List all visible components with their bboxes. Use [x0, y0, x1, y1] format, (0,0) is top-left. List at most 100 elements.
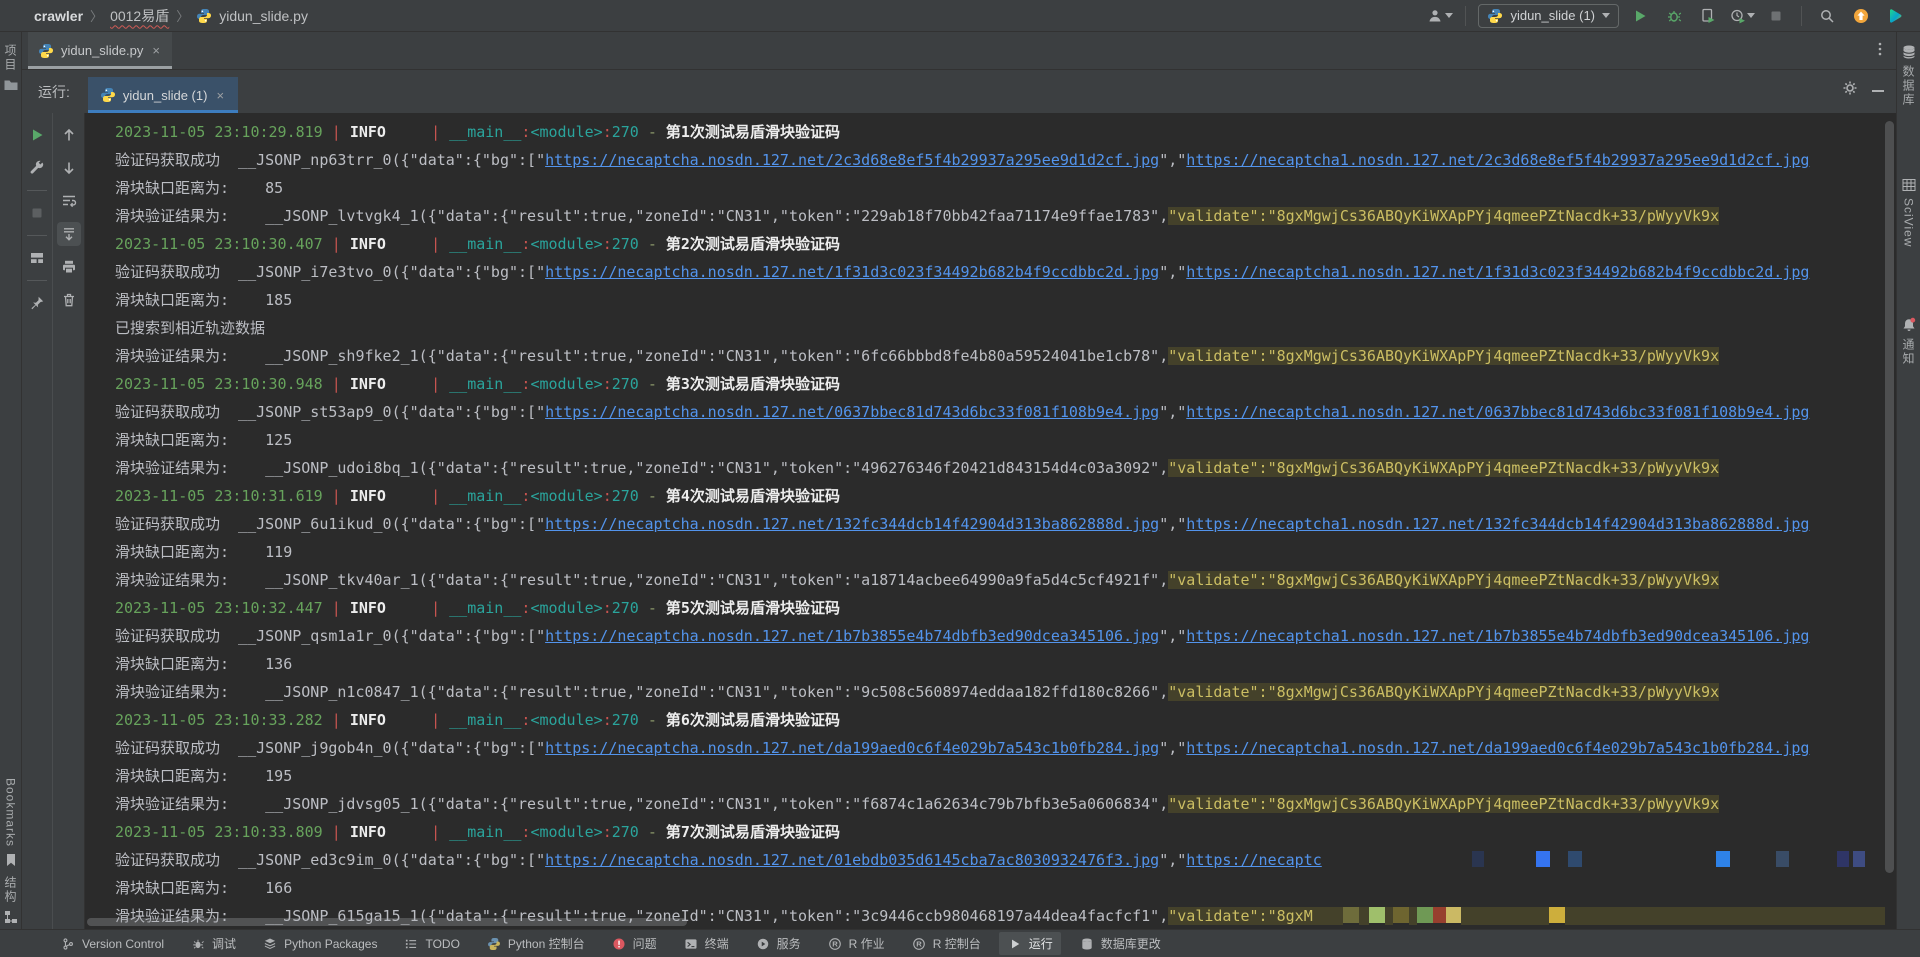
right-tool-stripe: 数据库 SciView 通知 — [1896, 32, 1920, 929]
console-text: - — [648, 375, 657, 393]
user-account-button[interactable] — [1427, 4, 1453, 28]
editor-tab-yidun-slide[interactable]: yidun_slide.py × — [28, 32, 172, 69]
wrench-button[interactable] — [25, 156, 49, 180]
console-link[interactable]: https://necaptc — [1186, 851, 1321, 869]
printer-button[interactable] — [57, 255, 81, 279]
statusbar-item-todo[interactable]: TODO — [395, 933, 467, 955]
up-icon — [61, 127, 77, 143]
rerun-button[interactable] — [25, 123, 49, 147]
scrollend-button[interactable] — [57, 222, 81, 246]
console-line: 2023-11-05 23:10:30.407 | INFO | __main_… — [115, 230, 1896, 258]
console-text: INFO — [350, 711, 386, 729]
console-link[interactable]: https://necaptcha1.nosdn.127.net/2c3d68e… — [1186, 151, 1809, 169]
debug-bug-icon — [1666, 8, 1682, 24]
user-icon — [1427, 8, 1443, 24]
console-text: 第2次测试易盾滑块验证码 — [666, 235, 840, 253]
update-button[interactable] — [1848, 4, 1874, 28]
close-icon[interactable]: × — [150, 43, 162, 58]
more-tabs-icon[interactable] — [1872, 41, 1888, 57]
spacer — [1550, 853, 1568, 869]
wrap-button[interactable] — [57, 189, 81, 213]
gear-icon[interactable] — [1842, 80, 1858, 96]
color-block — [1393, 907, 1409, 923]
console-link[interactable]: https://necaptcha.nosdn.127.net/0637bbec… — [545, 403, 1159, 421]
caret-down-icon — [1602, 13, 1610, 18]
profiler-button[interactable] — [1729, 4, 1755, 28]
run-button[interactable] — [1627, 4, 1653, 28]
stopd-button[interactable] — [25, 201, 49, 225]
tool-stripe-bookmarks[interactable]: Bookmarks — [3, 774, 19, 872]
console-link[interactable]: https://necaptcha1.nosdn.127.net/0637bbe… — [1186, 403, 1809, 421]
console-link[interactable]: https://necaptcha.nosdn.127.net/01ebdb03… — [545, 851, 1159, 869]
console-text: | — [332, 375, 350, 393]
horizontal-scrollbar[interactable] — [87, 918, 687, 926]
statusbar-item-终端[interactable]: 终端 — [675, 932, 737, 955]
console-text — [386, 487, 431, 505]
breadcrumb-file[interactable]: yidun_slide.py — [219, 8, 308, 24]
console-text: 270 — [612, 823, 639, 841]
console-line: 滑块验证结果为: __JSONP_lvtvgk4_1({"data":{"res… — [115, 202, 1896, 230]
tool-stripe-label: 通知 — [1900, 338, 1917, 366]
ide-plugin-button[interactable] — [1882, 4, 1908, 28]
tool-stripe-project[interactable]: 项目 — [2, 40, 19, 97]
console-text: : — [603, 123, 612, 141]
statusbar-item-python-packages[interactable]: Python Packages — [254, 933, 385, 955]
console-text: INFO — [350, 599, 386, 617]
console-link[interactable]: https://necaptcha.nosdn.127.net/1f31d3c0… — [545, 263, 1159, 281]
console-link[interactable]: https://necaptcha1.nosdn.127.net/132fc34… — [1186, 515, 1809, 533]
console-text: : — [603, 487, 612, 505]
layout-button[interactable] — [25, 246, 49, 270]
pin-icon — [29, 295, 45, 311]
tool-stripe-sciview[interactable]: SciView — [1901, 173, 1917, 251]
statusbar-item-调试[interactable]: 调试 — [182, 932, 244, 955]
console-text: INFO — [350, 823, 386, 841]
down-button[interactable] — [57, 156, 81, 180]
console-link[interactable]: https://necaptcha.nosdn.127.net/da199aed… — [545, 739, 1159, 757]
hide-panel-icon[interactable] — [1872, 90, 1884, 92]
console-text: <module> — [530, 823, 602, 841]
tool-stripe-notifications[interactable]: 通知 — [1900, 313, 1917, 370]
console-text: "validate":"8gxM — [1168, 907, 1313, 925]
run-config-selector[interactable]: yidun_slide (1) — [1478, 4, 1619, 28]
wrap-icon — [61, 193, 77, 209]
console-text: "," — [1159, 403, 1186, 421]
statusbar-item-数据库更改[interactable]: 数据库更改 — [1071, 932, 1169, 955]
console-text: 滑块缺口距离为: 136 — [115, 655, 292, 673]
statusbar-item-r-控制台[interactable]: RR 控制台 — [903, 932, 989, 955]
tool-stripe-database[interactable]: 数据库 — [1900, 40, 1917, 111]
console-text — [657, 711, 666, 729]
console-link[interactable]: https://necaptcha.nosdn.127.net/1b7b3855… — [545, 627, 1159, 645]
pin-button[interactable] — [25, 291, 49, 315]
console-line: 滑块验证结果为: __JSONP_udoi8bq_1({"data":{"res… — [115, 454, 1896, 482]
statusbar-item-服务[interactable]: 服务 — [747, 932, 809, 955]
console-text: 已搜索到相近轨迹数据 — [115, 319, 265, 337]
console-text: - — [648, 487, 657, 505]
stop-button[interactable] — [1763, 4, 1789, 28]
statusbar-item-问题[interactable]: 问题 — [603, 932, 665, 955]
run-console-output[interactable]: 2023-11-05 23:10:29.819 | INFO | __main_… — [85, 113, 1896, 929]
console-link[interactable]: https://necaptcha1.nosdn.127.net/1f31d3c… — [1186, 263, 1809, 281]
console-link[interactable]: https://necaptcha.nosdn.127.net/132fc344… — [545, 515, 1159, 533]
breadcrumb-project[interactable]: crawler — [34, 8, 83, 24]
toolbar-divider — [1465, 6, 1466, 26]
close-icon[interactable]: × — [214, 88, 226, 103]
vertical-scrollbar[interactable] — [1885, 121, 1894, 873]
color-block — [1536, 851, 1550, 867]
tool-stripe-structure[interactable]: 结构 — [2, 872, 19, 929]
breadcrumb-folder[interactable]: 0012易盾 — [110, 6, 169, 26]
up-button[interactable] — [57, 123, 81, 147]
console-link[interactable]: https://necaptcha.nosdn.127.net/2c3d68e8… — [545, 151, 1159, 169]
run-tab-yidun-slide[interactable]: yidun_slide (1) × — [88, 77, 238, 113]
trash-button[interactable] — [57, 288, 81, 312]
console-link[interactable]: https://necaptcha1.nosdn.127.net/da199ae… — [1186, 739, 1809, 757]
console-line: 验证码获取成功 __JSONP_j9gob4n_0({"data":{"bg":… — [115, 734, 1896, 762]
statusbar-item-python-控制台[interactable]: Python 控制台 — [478, 932, 593, 955]
console-text: 270 — [612, 711, 639, 729]
console-link[interactable]: https://necaptcha1.nosdn.127.net/1b7b385… — [1186, 627, 1809, 645]
debug-button[interactable] — [1661, 4, 1687, 28]
statusbar-item-r-作业[interactable]: RR 作业 — [819, 932, 893, 955]
search-everywhere-button[interactable] — [1814, 4, 1840, 28]
statusbar-item-运行[interactable]: 运行 — [999, 932, 1061, 955]
statusbar-item-version-control[interactable]: Version Control — [52, 933, 172, 955]
coverage-button[interactable] — [1695, 4, 1721, 28]
